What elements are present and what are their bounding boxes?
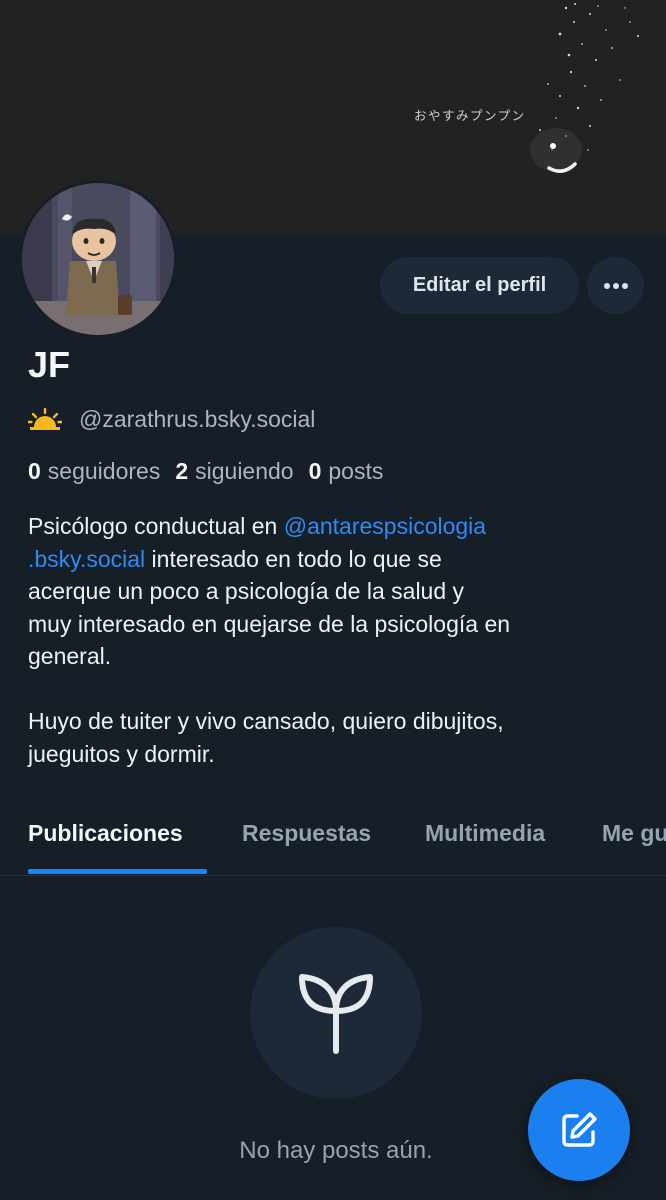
bio-text: Psicólogo conductual en	[28, 513, 284, 539]
tab-me-gusta[interactable]: Me gusta	[602, 820, 666, 847]
tab-publicaciones[interactable]: Publicaciones	[28, 820, 183, 847]
more-options-button[interactable]	[587, 257, 644, 314]
active-tab-indicator	[28, 869, 207, 874]
seedling-icon	[299, 974, 373, 1054]
user-handle[interactable]: @zarathrus.bsky.social	[79, 406, 315, 433]
banner-caption: おやすみプンプン	[414, 108, 526, 123]
tab-respuestas[interactable]: Respuestas	[242, 820, 371, 847]
handle-row: @zarathrus.bsky.social	[28, 404, 315, 434]
bio-text: muy interesado en quejarse de la psicolo…	[28, 610, 511, 637]
tab-multimedia[interactable]: Multimedia	[425, 820, 545, 847]
following-stat[interactable]: 2 siguiendo	[175, 458, 293, 485]
posts-label: posts	[328, 458, 384, 484]
profile-tabs: Publicaciones Respuestas Multimedia Me g…	[0, 808, 666, 876]
bio-text: jueguitos y dormir.	[28, 740, 215, 767]
posts-stat: 0 posts	[309, 458, 384, 485]
bio-mention-link[interactable]: @antarespsicologia	[284, 513, 486, 539]
followers-stat[interactable]: 0 seguidores	[28, 458, 160, 485]
profile-bio: Psicólogo conductual en @antarespsicolog…	[28, 510, 648, 770]
compose-icon	[562, 1112, 597, 1147]
posts-count: 0	[308, 458, 322, 484]
display-name: JF	[28, 344, 71, 385]
bio-text: acerque un poco a psicología de la salud…	[28, 578, 465, 604]
bio-text: Huyo de tuiter y vivo cansado, quiero di…	[28, 708, 504, 734]
bio-mention-link-cont[interactable]: .bsky.social	[28, 546, 145, 572]
empty-state-icon-container	[250, 927, 422, 1099]
compose-post-button[interactable]	[528, 1079, 630, 1181]
edit-profile-button[interactable]: Editar el perfil	[380, 257, 579, 314]
bio-text: interesado en todo lo que se	[145, 545, 442, 572]
profile-stats: 0 seguidores 2 siguiendo 0 posts	[28, 458, 398, 485]
sunrise-icon	[28, 407, 62, 430]
bio-text: general.	[28, 643, 112, 669]
following-count: 2	[175, 458, 189, 484]
following-label: siguiendo	[195, 458, 294, 484]
avatar[interactable]	[19, 180, 177, 338]
more-horizontal-icon	[603, 282, 628, 289]
followers-count: 0	[28, 458, 41, 484]
followers-label: seguidores	[47, 458, 161, 484]
